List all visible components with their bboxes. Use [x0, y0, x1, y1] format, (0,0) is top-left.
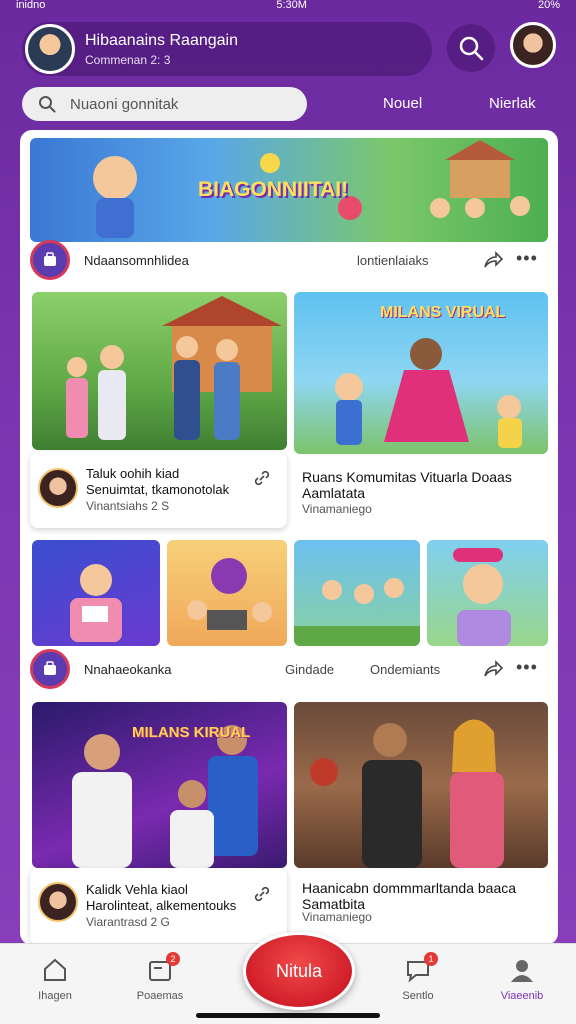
post-meta-1: Gindade — [285, 661, 335, 677]
create-button-label: Nitula — [275, 960, 323, 981]
search-icon — [459, 36, 484, 61]
status-time: 5:30M — [276, 0, 307, 11]
search-input[interactable]: Nuaoni gonnitak — [22, 87, 307, 121]
thumb-image-3[interactable] — [294, 540, 420, 646]
author-avatar — [38, 882, 78, 922]
family-illustration — [66, 296, 282, 440]
post-meta: Vinamaniego — [302, 910, 372, 924]
home-icon — [44, 958, 66, 981]
post-image-virtual-party[interactable]: MILANS KIRUAL — [32, 702, 287, 868]
nav-label-profile: Viaeenib — [500, 990, 544, 1002]
card-title-line2: Senuimtat, tkamonotolak — [86, 482, 230, 497]
community-avatar — [25, 24, 75, 74]
post-header: Nnahaeokanka Gindade Ondemiants ••• — [30, 649, 548, 689]
banner-title: BIAGONNIITAI! — [198, 178, 349, 201]
chat-badge: 1 — [424, 952, 438, 966]
post-meta: Vinamaniego — [302, 502, 372, 516]
post-image-family[interactable] — [32, 292, 287, 450]
status-bar: inidno 5:30M 20% — [0, 0, 576, 14]
profile-avatar[interactable] — [510, 22, 556, 68]
feed-panel: BIAGONNIITAI! Ndaansomnhlidea lontienlai… — [20, 130, 558, 945]
thumb-image-4[interactable] — [427, 540, 548, 646]
post-title[interactable]: Haanicabn dommmarltanda baaca Samatbita — [302, 880, 546, 912]
nav-item-posts[interactable]: 2 Poaemas — [120, 952, 200, 1002]
home-indicator — [196, 1013, 380, 1018]
celebration-illustration — [310, 719, 504, 868]
thumb-image-2[interactable] — [167, 540, 287, 646]
post-meta: lontienlaiaks — [357, 252, 429, 268]
nav-label-posts: Poaemas — [136, 990, 184, 1002]
more-options-icon[interactable]: ••• — [516, 657, 538, 678]
post-card[interactable]: Taluk oohih kiad Senuimtat, tkamonotolak… — [30, 452, 287, 528]
search-placeholder: Nuaoni gonnitak — [70, 95, 179, 113]
nav-item-chat[interactable]: 1 Sentlo — [378, 952, 458, 1002]
more-options-icon[interactable]: ••• — [516, 248, 538, 269]
post-author[interactable]: Ndaansomnhlidea — [84, 253, 189, 268]
share-icon[interactable] — [482, 249, 504, 271]
card-meta: Vinantsiahs 2 S — [86, 499, 170, 513]
link-icon[interactable] — [252, 884, 272, 904]
post-image-virtual[interactable]: MILANS VIRUAL — [294, 292, 548, 454]
party-image-text: MILANS KIRUAL — [132, 724, 251, 741]
posts-badge: 2 — [166, 952, 180, 966]
post-meta-2: Ondemiants — [370, 661, 441, 677]
status-left: inidno — [16, 0, 46, 11]
post-author[interactable]: Nnahaeokanka — [84, 662, 171, 677]
tab-nierlak[interactable]: Nierlak — [489, 95, 536, 112]
post-card[interactable]: Kalidk Vehla kiaol Harolinteat, alkement… — [30, 868, 287, 945]
profile-icon — [511, 960, 533, 982]
tab-nouel[interactable]: Nouel — [383, 95, 422, 112]
post-header: Ndaansomnhlidea lontienlaiaks ••• — [30, 240, 548, 280]
community-badge-icon[interactable] — [30, 649, 70, 689]
card-title-line2: Harolinteat, alkementouks — [86, 898, 237, 913]
nav-item-home[interactable]: Ihagen — [15, 956, 95, 1002]
community-badge-icon[interactable] — [30, 240, 70, 280]
status-battery: 20% — [537, 0, 560, 11]
post-image-celebration[interactable] — [294, 702, 548, 868]
community-header[interactable]: Hibaanains Raangain Commenan 2: 3 — [22, 22, 432, 76]
share-icon[interactable] — [482, 658, 504, 680]
create-button[interactable]: Nitula — [243, 932, 355, 1010]
banner-image[interactable]: BIAGONNIITAI! — [30, 138, 548, 242]
author-avatar — [38, 468, 78, 508]
community-title: Hibaanains Raangain — [85, 31, 238, 49]
community-subtitle: Commenan 2: 3 — [85, 52, 171, 67]
card-meta: Viarantrasd 2 G — [86, 915, 170, 929]
nav-label-chat: Sentlo — [402, 990, 434, 1002]
thumb-image-1[interactable] — [32, 540, 160, 646]
virtual-image-text: MILANS VIRUAL — [380, 304, 506, 321]
nav-item-profile[interactable]: Viaeenib — [482, 956, 562, 1002]
search-button[interactable] — [447, 24, 495, 72]
card-title-line1: Kalidk Vehla kiaol — [86, 882, 188, 897]
search-icon — [39, 96, 56, 113]
card-title-line1: Taluk oohih kiad — [86, 466, 180, 481]
nav-label-home: Ihagen — [38, 990, 72, 1002]
post-title[interactable]: Ruans Komumitas Vituarla Doaas Aamlatata — [302, 469, 546, 501]
link-icon[interactable] — [252, 468, 272, 488]
